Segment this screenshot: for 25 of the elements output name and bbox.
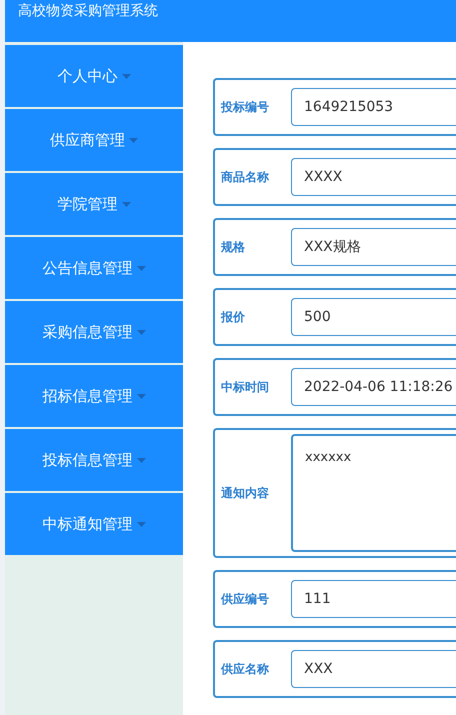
caret-icon: [129, 138, 138, 142]
caret-icon: [122, 74, 130, 78]
caret-icon: [136, 330, 146, 334]
input-field[interactable]: 111: [291, 580, 456, 618]
caret-icon: [136, 394, 146, 398]
input-field[interactable]: 2022-04-06 11:18:26: [291, 368, 456, 406]
caret-icon: [122, 202, 130, 206]
caret-icon: [136, 522, 146, 526]
caret-icon: [136, 458, 146, 462]
field-label: 通知内容: [220, 484, 270, 502]
field-label: 报价: [220, 308, 246, 326]
input-field[interactable]: XXXX: [291, 158, 456, 196]
field-label: 规格: [220, 238, 246, 256]
field-label: 中标时间: [220, 378, 270, 396]
caret-icon: [136, 266, 146, 270]
input-field[interactable]: XXX: [291, 650, 456, 688]
app-title: 高校物资采购管理系统: [17, 2, 158, 19]
input-field[interactable]: 1649215053: [291, 88, 456, 126]
input-field[interactable]: 500: [291, 298, 456, 336]
field-label: 供应编号: [220, 590, 270, 608]
field-label: 供应名称: [220, 660, 270, 678]
field-label: 商品名称: [220, 168, 270, 186]
textarea-field[interactable]: xxxxxx: [291, 434, 456, 552]
field-label: 投标编号: [220, 98, 270, 116]
input-field[interactable]: XXX规格: [291, 228, 456, 266]
